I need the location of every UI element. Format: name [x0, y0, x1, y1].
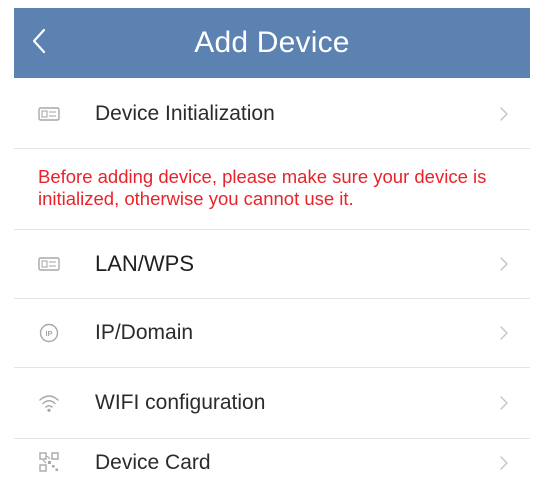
- menu-item-label: IP/Domain: [95, 321, 194, 344]
- menu-item-label: LAN/WPS: [95, 251, 195, 276]
- menu-item-device-card[interactable]: Device Card: [14, 439, 530, 484]
- menu-item-lan-wps[interactable]: LAN/WPS: [14, 230, 530, 298]
- qr-code-icon: [38, 451, 60, 473]
- chevron-right-icon: [498, 395, 510, 411]
- chevron-right-icon: [498, 256, 510, 272]
- device-card-icon: [38, 103, 60, 125]
- menu-item-label: Device Card: [95, 451, 211, 474]
- app-header: Add Device: [14, 8, 530, 78]
- chevron-left-icon: [32, 28, 46, 59]
- menu-item-device-initialization[interactable]: Device Initialization: [14, 80, 530, 148]
- menu-item-label: WIFI configuration: [95, 391, 266, 414]
- initialization-warning: Before adding device, please make sure y…: [38, 166, 487, 209]
- chevron-right-icon: [498, 455, 510, 471]
- svg-text:IP: IP: [45, 329, 52, 338]
- wifi-icon: [38, 392, 60, 414]
- menu-item-wifi-configuration[interactable]: WIFI configuration: [14, 368, 530, 438]
- back-button[interactable]: [32, 8, 82, 78]
- add-device-screen: Add Device Device Initialization Before …: [0, 0, 544, 484]
- chevron-right-icon: [498, 106, 510, 122]
- menu-item-label: Device Initialization: [95, 102, 275, 125]
- page-title: Add Device: [194, 26, 350, 59]
- menu-item-ip-domain[interactable]: IP IP/Domain: [14, 299, 530, 367]
- chevron-right-icon: [498, 325, 510, 341]
- ip-pin-icon: IP: [38, 322, 60, 344]
- device-card-icon: [38, 253, 60, 275]
